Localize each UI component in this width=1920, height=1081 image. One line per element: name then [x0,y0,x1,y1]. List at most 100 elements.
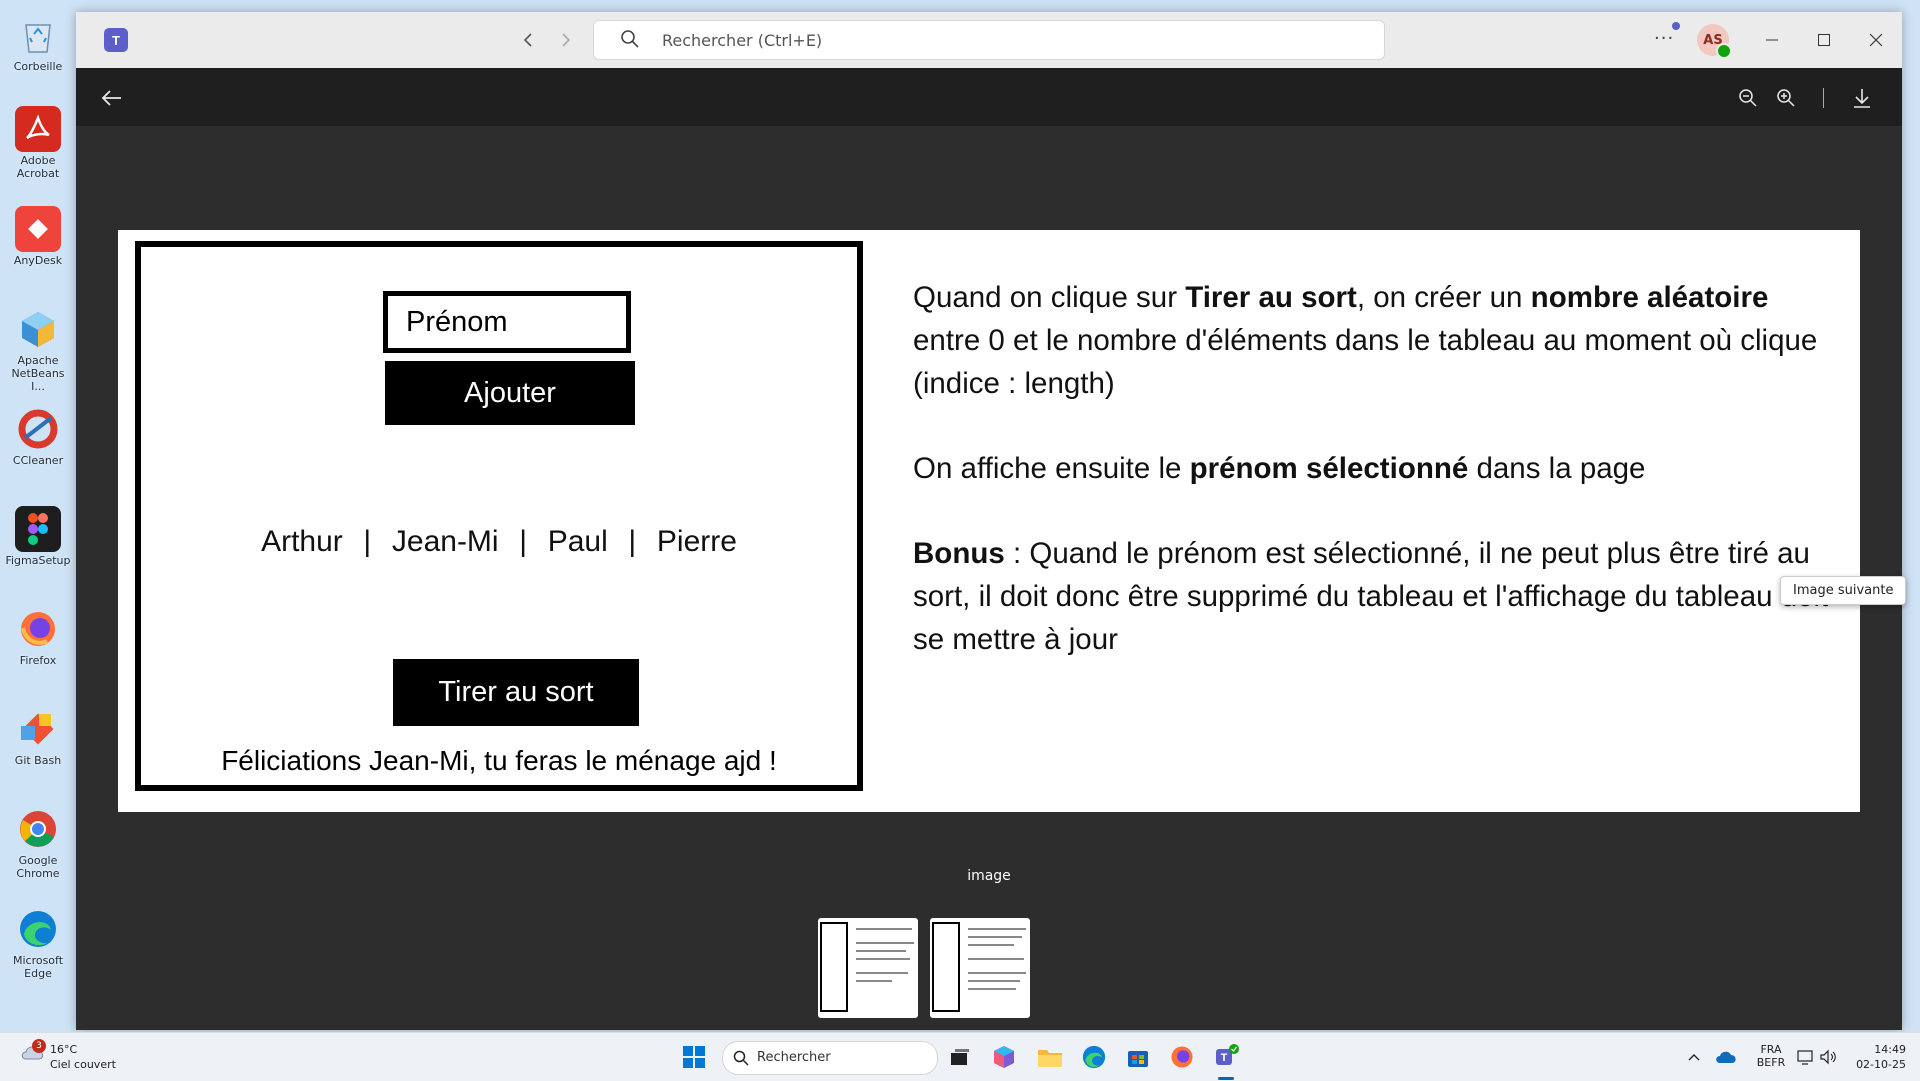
desktop-icon-label: Apache NetBeans I... [11,354,65,393]
thumbnail-text-line [856,980,892,982]
arrow-left-icon [101,90,121,106]
clock-time: 14:49 [1874,1043,1906,1056]
language-code: FRA [1760,1043,1782,1056]
thumbnail-text-line [968,958,1024,960]
image-caption: image [967,868,1011,884]
thumbnail-text-line [856,942,914,944]
taskbar-edge[interactable] [1080,1043,1108,1071]
taskbar-m365-app[interactable] [990,1043,1018,1071]
thumbnail-text-line [856,958,910,960]
mockup-add-button: Ajouter [385,361,635,425]
taskbar: 3 16°C Ciel couvert Rechercher T FRA BEF… [0,1032,1920,1081]
zoom-in-icon [1777,89,1795,107]
maximize-button[interactable] [1810,26,1838,54]
speaker-icon [1820,1049,1836,1065]
recycle-bin-icon [15,12,61,58]
mockup-draw-button: Tirer au sort [393,659,639,726]
onedrive-tray-button[interactable] [1712,1043,1740,1071]
more-options-button[interactable]: ··· [1654,28,1674,49]
desktop-icon-google-chrome[interactable]: Google Chrome [4,806,72,880]
desktop-icon-label: Corbeille [13,60,63,73]
thumbnail-mockup-box [820,922,848,1012]
instruction-paragraph-1: Quand on clique sur Tirer au sort, on cr… [913,281,1818,400]
thumbnail-mockup-box [932,922,960,1012]
clock[interactable]: 14:49 02-10-25 [1856,1043,1906,1071]
instruction-paragraph-2: On affiche ensuite le prénom sélectionné… [913,452,1646,485]
desktop-icon-firefox[interactable]: Firefox [4,606,72,667]
next-image-tooltip: Image suivante [1780,576,1907,605]
minimize-button[interactable] [1758,26,1786,54]
desktop-icon-anydesk[interactable]: AnyDesk [4,206,72,267]
thumbnail-text-line [856,972,908,974]
netbeans-cube-icon [15,306,61,352]
network-icon [1797,1050,1813,1065]
thumbnail-text-line [968,980,1020,982]
toolbar-divider [1823,88,1824,108]
viewed-image: Prénom Ajouter Arthur | Jean-Mi | Paul |… [118,230,1860,812]
image-viewer-toolbar [76,68,1902,126]
thumbnail-1[interactable] [818,918,918,1018]
taskbar-search[interactable]: Rechercher [722,1041,938,1075]
firefox-icon [15,606,61,652]
thumbnail-text-line [968,936,1022,938]
start-button[interactable] [680,1043,708,1071]
chrome-icon [15,806,61,852]
zoom-in-button[interactable] [1772,84,1800,112]
viewer-back-button[interactable] [98,84,126,112]
desktop-icon-label: Google Chrome [16,854,60,880]
forward-nav-button[interactable] [554,28,578,52]
git-bash-icon [15,706,61,752]
taskbar-firefox[interactable] [1168,1043,1196,1071]
status-available-icon [1716,43,1732,59]
folder-icon [1038,1050,1062,1067]
minimize-icon [1766,39,1778,41]
chevron-right-icon [562,33,571,47]
avatar[interactable]: AS [1697,24,1732,59]
desktop-icon-microsoft-edge[interactable]: Microsoft Edge [4,906,72,980]
taskbar-teams-active[interactable]: T [1212,1043,1240,1080]
desktop-icon-label: AnyDesk [13,254,63,267]
teams-search-input[interactable]: Rechercher (Ctrl+E) [593,20,1385,60]
zoom-out-button[interactable] [1734,84,1762,112]
desktop-icon-ccleaner[interactable]: CCleaner [4,406,72,467]
windows-logo-icon [683,1046,705,1068]
desktop-icon-figma-setup[interactable]: FigmaSetup [4,506,72,567]
thumbnail-2[interactable] [930,918,1030,1018]
edge-icon [1082,1045,1106,1069]
task-view-button[interactable] [946,1043,974,1071]
firefox-icon [1171,1046,1193,1068]
desktop-icon-label: CCleaner [12,454,64,467]
mockup-firstname-field: Prénom [383,291,631,353]
language-indicator[interactable]: FRA BEFR [1756,1043,1786,1069]
instruction-paragraph-3: Bonus : Quand le prénom est sélectionné,… [913,537,1829,656]
desktop-icon-adobe-acrobat[interactable]: Adobe Acrobat [4,106,72,180]
desktop-icon-git-bash[interactable]: Git Bash [4,706,72,767]
download-button[interactable] [1848,84,1876,112]
maximize-icon [1818,34,1830,46]
taskbar-file-explorer[interactable] [1036,1043,1064,1071]
back-nav-button[interactable] [516,28,540,52]
microsoft-365-icon [994,1046,1014,1068]
search-icon [621,30,639,48]
volume-tray-button[interactable] [1814,1043,1842,1071]
show-hidden-icons-button[interactable] [1680,1043,1708,1071]
weather-temp: 16°C [50,1043,78,1056]
keyboard-layout: BEFR [1756,1056,1786,1069]
close-button[interactable] [1862,26,1890,54]
title-bar: T Rechercher (Ctrl+E) ··· AS [76,12,1902,68]
taskbar-store[interactable] [1124,1043,1152,1071]
teams-icon: T [1216,1044,1239,1065]
desktop-icon-recycle-bin[interactable]: Corbeille [4,12,72,73]
image-viewer: Prénom Ajouter Arthur | Jean-Mi | Paul |… [76,126,1907,1030]
weather-badge: 3 [32,1039,46,1053]
desktop-icon-netbeans[interactable]: Apache NetBeans I... [4,306,72,393]
figma-icon [15,506,61,552]
download-icon [1854,89,1870,108]
store-icon [1128,1051,1148,1067]
weather-widget[interactable]: 3 16°C Ciel couvert [20,1039,116,1071]
thumbnail-text-line [968,928,1026,930]
thumbnail-text-line [968,988,1016,990]
mockup-names-list: Arthur | Jean-Mi | Paul | Pierre [261,525,737,558]
app-mockup-frame: Prénom Ajouter Arthur | Jean-Mi | Paul |… [135,241,863,791]
mockup-congrats-text: Féliciations Jean-Mi, tu feras le ménage… [221,745,777,776]
